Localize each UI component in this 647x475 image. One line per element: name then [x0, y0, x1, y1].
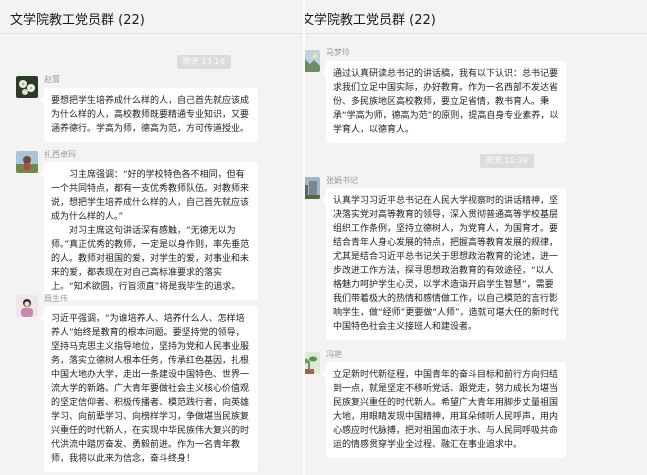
sender-name: 马梦玲 [326, 48, 350, 57]
sender-name: 聂生伟 [44, 294, 68, 303]
landscape-avatar-icon[interactable] [305, 50, 320, 72]
portrait-avatar-icon[interactable] [16, 295, 38, 317]
timestamp-badge: 昨天 10:39 [480, 154, 534, 168]
message-text: 通过认真研读总书记的讲话稿，我有以下认识：总书记要求我们立足中国实际，办好教育。… [333, 69, 559, 135]
building-avatar-icon[interactable] [305, 177, 320, 199]
chat-header: 文学院教工党员群 (22) [305, 0, 647, 34]
message-bubble[interactable]: 认真学习习近平总书记在人民大学视察时的讲话精神，坚决落实党对高等教育的领导，深入… [322, 188, 566, 340]
message-text: 习近平强调，“为谁培养人、培养什么人、怎样培养人”始终是教育的根本问题。要坚持党… [51, 314, 250, 464]
message-text: 认真学习习近平总书记在人民大学视察时的讲话精神，坚决落实党对高等教育的领导，深入… [333, 196, 559, 332]
photo-avatar-icon[interactable] [16, 151, 38, 173]
message-bubble[interactable]: 立足新时代新征程，中国青年的奋斗目标和前行方向归结到一点，就是坚定不移听党话、跟… [322, 362, 566, 458]
flower-avatar-icon[interactable] [16, 76, 38, 98]
message-bubble[interactable]: 习近平强调，“为谁培养人、培养什么人、怎样培养人”始终是教育的根本问题。要坚持党… [40, 306, 258, 472]
message-bubble[interactable]: 要想把学生培养成什么样的人，自己首先就应该成为什么样的人，高校教师既要精通专业知… [40, 88, 258, 142]
message-text: 对习主席这句讲话深有感触，“无德无以为师。”真正优秀的教师，一定是以身作则，率先… [51, 226, 250, 292]
message-text: 习主席强调：“好的学校特色各不相同，但有一个共同特点，都有一支优秀教师队伍。对教… [51, 170, 250, 222]
group-title[interactable]: 文学院教工党员群 (22) [10, 9, 145, 28]
timestamp-badge: 昨天 13:14 [177, 55, 231, 69]
message-bubble[interactable]: 通过认真研读总书记的讲话稿，我有以下认识：总书记要求我们立足中国实际，办好教育。… [322, 61, 566, 143]
sender-name: 冯艳 [326, 350, 342, 359]
sender-name: 扎西卓玛 [44, 150, 76, 159]
chat-window-left: 文学院教工党员群 (22) 昨天 13:14 赵蕾 要想把学生培养成什么样的人，… [0, 0, 303, 475]
message-bubble[interactable]: 习主席强调：“好的学校特色各不相同，但有一个共同特点，都有一支优秀教师队伍。对教… [40, 162, 258, 300]
message-text: 要想把学生培养成什么样的人，自己首先就应该成为什么样的人，高校教师既要精通专业知… [51, 96, 250, 134]
plant-avatar-icon[interactable] [305, 352, 320, 374]
message-text: 立足新时代新征程，中国青年的奋斗目标和前行方向归结到一点，就是坚定不移听党话、跟… [333, 370, 559, 450]
sender-name: 赵蕾 [44, 75, 60, 84]
chat-window-right: 文学院教工党员群 (22) 马梦玲 通过认真研读总书记的讲话稿，我有以下认识：总… [305, 0, 647, 475]
group-title[interactable]: 文学院教工党员群 (22) [305, 9, 436, 28]
chat-header: 文学院教工党员群 (22) [0, 0, 303, 34]
sender-name: 张娟书记 [326, 176, 358, 185]
